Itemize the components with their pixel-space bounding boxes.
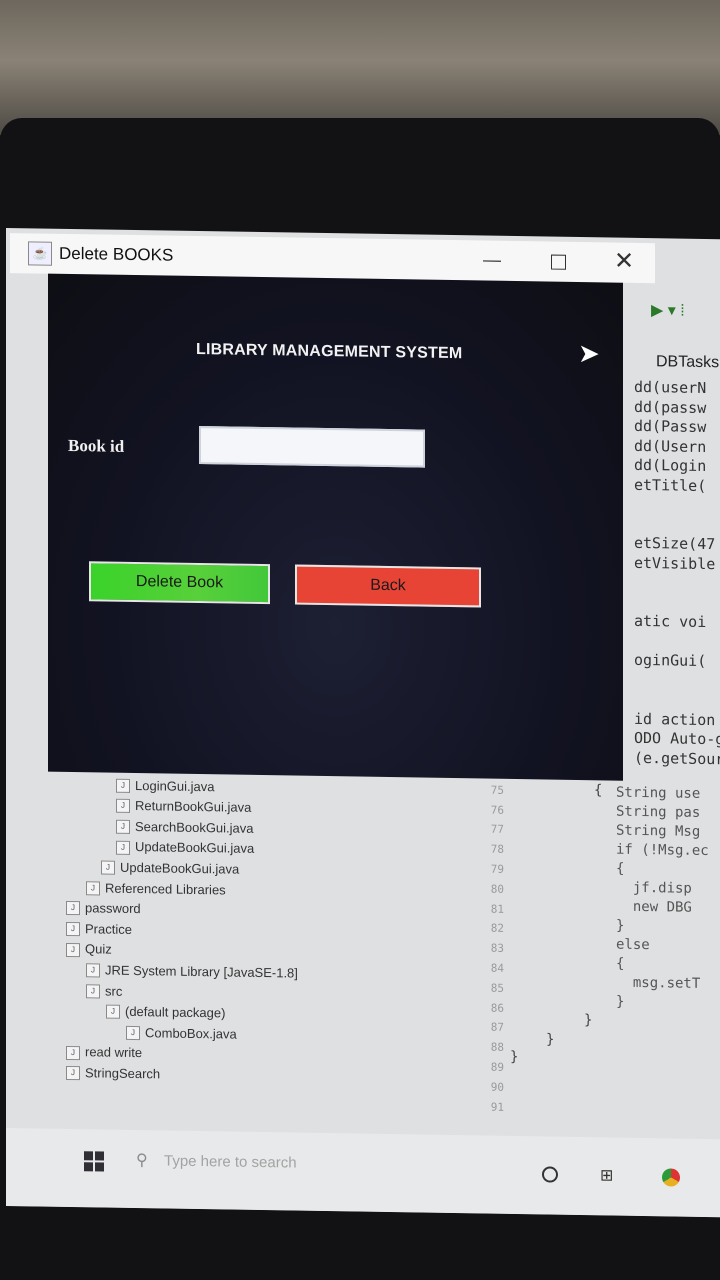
- line-number: 88: [490, 1040, 504, 1054]
- file-icon: J: [66, 1045, 80, 1060]
- file-icon: J: [66, 1066, 80, 1081]
- line-number: 76: [490, 803, 504, 817]
- code-line: }: [616, 993, 625, 1010]
- file-icon: J: [86, 984, 100, 999]
- delete-book-button[interactable]: Delete Book: [89, 561, 270, 605]
- brace: }: [510, 1048, 519, 1066]
- tree-item-label: (default package): [125, 1003, 226, 1021]
- ide-editor-tab[interactable]: DBTasks: [656, 353, 720, 380]
- file-icon: J: [86, 963, 100, 978]
- file-icon: J: [66, 942, 80, 957]
- maximize-icon: [550, 254, 566, 270]
- window-title: Delete BOOKS: [59, 243, 174, 265]
- tree-item-label: JRE System Library [JavaSE-1.8]: [105, 962, 298, 981]
- file-icon: J: [116, 840, 130, 855]
- file-icon: J: [116, 799, 130, 814]
- taskbar-search-input[interactable]: Type here to search: [164, 1152, 297, 1171]
- code-line: String use: [616, 784, 701, 802]
- system-title: LIBRARY MANAGEMENT SYSTEM: [196, 340, 463, 363]
- tree-item-label: Practice: [85, 920, 132, 937]
- file-icon: J: [66, 921, 80, 937]
- tree-item-label: SearchBookGui.java: [135, 818, 254, 836]
- code-line: else: [616, 936, 650, 954]
- brace: {: [594, 782, 603, 799]
- code-line: }: [616, 917, 625, 934]
- line-number: 85: [490, 981, 504, 995]
- code-line: jf.disp: [616, 879, 692, 897]
- book-id-label: Book id: [68, 435, 125, 456]
- brace: }: [546, 1031, 555, 1048]
- tree-item-label: Quiz: [85, 941, 112, 958]
- tree-item-label: password: [85, 900, 141, 917]
- cortana-icon[interactable]: [542, 1166, 558, 1183]
- file-icon: J: [106, 1004, 120, 1020]
- line-number: 77: [490, 823, 504, 837]
- line-number: 84: [490, 961, 504, 975]
- chrome-icon[interactable]: [662, 1168, 680, 1187]
- code-line: msg.setT: [616, 974, 701, 992]
- tree-item-label: src: [105, 983, 123, 999]
- line-number: 79: [490, 862, 504, 876]
- form-panel: LIBRARY MANAGEMENT SYSTEM Book id Delete…: [48, 273, 623, 781]
- close-button[interactable]: ✕: [594, 242, 654, 283]
- search-icon: ⚲: [136, 1152, 148, 1170]
- mouse-pointer-icon: ➤: [578, 337, 600, 369]
- windows-taskbar: ⚲ Type here to search ⊞: [6, 1128, 720, 1218]
- line-number: 89: [490, 1060, 504, 1074]
- brace: }: [584, 1012, 593, 1029]
- file-icon: J: [86, 881, 100, 896]
- tree-item-label: LoginGui.java: [135, 777, 215, 794]
- file-icon: J: [101, 860, 115, 875]
- line-number: 75: [490, 783, 504, 797]
- tree-item-label: read write: [85, 1044, 143, 1061]
- maximize-button[interactable]: [528, 241, 588, 282]
- code-line: String pas: [616, 803, 701, 821]
- line-number: 91: [490, 1100, 504, 1114]
- code-line: if (!Msg.ec: [616, 841, 709, 860]
- file-icon: J: [116, 819, 130, 835]
- code-line: String Msg: [616, 822, 701, 840]
- line-number-gutter: 747576777879808182838485868788899091: [474, 760, 504, 1117]
- file-icon: J: [116, 778, 130, 793]
- delete-books-window: ☕ Delete BOOKS — ✕ LIBRARY MANAGEMENT SY…: [10, 233, 655, 781]
- file-icon: J: [66, 901, 80, 916]
- background-fabric: [0, 0, 720, 135]
- line-number: 83: [490, 941, 504, 955]
- code-editor-lower: String use String pas String Msg if (!Msg.e…: [616, 784, 720, 1014]
- code-line: {: [616, 860, 625, 877]
- line-number: 90: [490, 1080, 504, 1094]
- code-line: {: [616, 955, 625, 972]
- line-number: 82: [490, 921, 504, 936]
- file-icon: J: [126, 1025, 140, 1041]
- tree-item-label: Referenced Libraries: [105, 880, 226, 898]
- tree-item-label: UpdateBookGui.java: [135, 839, 255, 857]
- java-app-icon: ☕: [28, 241, 52, 266]
- tree-item-label: StringSearch: [85, 1065, 161, 1082]
- screen: ▶ ▾ ⁞ DBTasks dd(userN dd(passw dd(Passw dd…: [6, 228, 720, 1218]
- task-view-icon[interactable]: ⊞: [600, 1165, 613, 1185]
- back-button[interactable]: Back: [295, 564, 481, 608]
- line-number: 86: [490, 1001, 504, 1015]
- line-number: 78: [490, 842, 504, 857]
- tree-item-label: ComboBox.java: [145, 1024, 237, 1042]
- ide-toolbar[interactable]: ▶ ▾ ⁞: [651, 300, 720, 329]
- code-braces: { } } }: [506, 781, 616, 1083]
- tree-item-label: ReturnBookGui.java: [135, 798, 252, 816]
- code-line: new DBG: [616, 898, 692, 916]
- tree-item-label: UpdateBookGui.java: [120, 859, 240, 877]
- line-number: 87: [490, 1020, 504, 1035]
- minimize-button[interactable]: —: [462, 240, 522, 281]
- line-number: 80: [490, 882, 504, 896]
- windows-start-icon[interactable]: [84, 1151, 104, 1172]
- package-explorer-tree: JIssueBookGui.javaJLoginGui.javaJReturnB…: [66, 754, 466, 1090]
- line-number: 81: [490, 902, 504, 916]
- book-id-input[interactable]: [199, 426, 425, 468]
